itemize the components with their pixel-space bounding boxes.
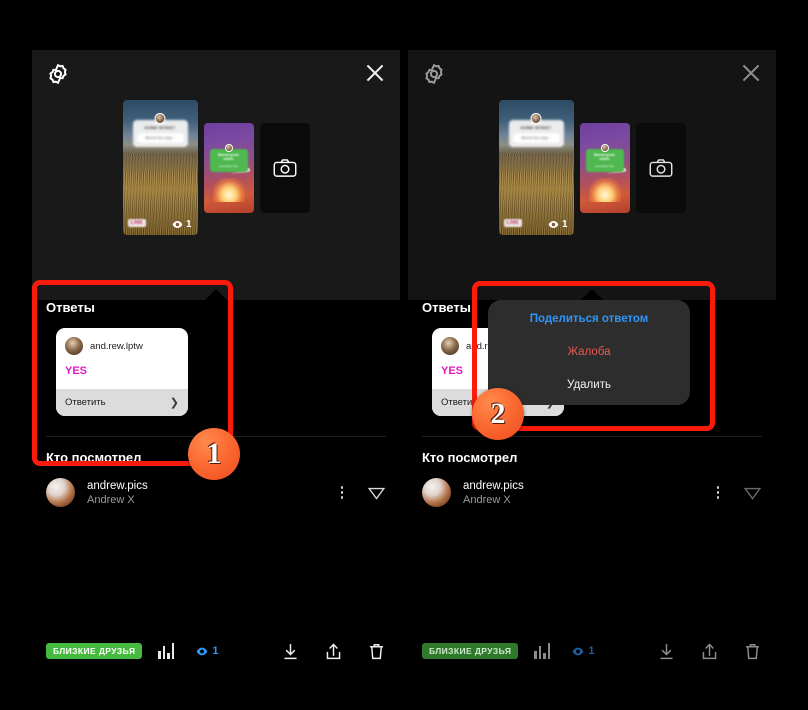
bar-chart-icon[interactable]	[158, 643, 175, 659]
sticker-line-1: Blurred green sticker	[594, 152, 615, 161]
poll-option: Blurred text reply...	[136, 133, 184, 143]
viewer-actions	[340, 483, 387, 502]
story-green-sticker: Blurred green sticker secondary line	[585, 148, 624, 172]
story-thumbnail-active[interactable]: SOME WORD? Blurred text reply... LINK 1	[498, 100, 574, 235]
story-link-badge: LINK	[503, 219, 522, 227]
story-avatar	[530, 113, 542, 124]
viewer-fullname: Andrew X	[463, 493, 511, 506]
story-link-badge: LINK	[127, 219, 146, 227]
bar-chart-icon[interactable]	[534, 643, 551, 659]
poll-option: Blurred text reply...	[512, 133, 560, 143]
story-thumbnail-camera[interactable]	[259, 122, 310, 213]
viewers-section: Кто посмотрел	[408, 437, 776, 465]
download-icon[interactable]	[657, 642, 676, 661]
avatar	[441, 337, 459, 355]
trash-icon[interactable]	[367, 642, 386, 661]
avatar	[422, 478, 451, 507]
story-preview-header: SOME WORD? Blurred text reply... LINK 1	[32, 50, 400, 300]
story-avatar	[600, 143, 609, 152]
camera-tile	[259, 122, 310, 213]
eye-icon	[548, 221, 559, 228]
kebab-menu-icon[interactable]	[340, 486, 343, 499]
viewer-actions	[716, 483, 763, 502]
close-icon[interactable]	[362, 60, 388, 86]
poll-question: SOME WORD?	[520, 125, 552, 130]
story-green-sticker: Blurred green sticker secondary line	[209, 148, 248, 172]
gear-icon[interactable]	[46, 62, 70, 86]
story-preview-header: SOME WORD? Blurred text reply... LINK 1	[408, 50, 776, 300]
views-count-value: 1	[212, 645, 219, 657]
viewer-text: andrew.pics Andrew X	[87, 480, 148, 506]
gear-icon[interactable]	[422, 62, 446, 86]
views-count-button[interactable]: 1	[196, 645, 218, 657]
story-thumbnail-strip: SOME WORD? Blurred text reply... LINK 1	[32, 90, 400, 245]
story-avatar	[224, 143, 233, 152]
story-avatar	[154, 113, 166, 124]
view-count-value: 1	[561, 219, 568, 230]
close-icon[interactable]	[738, 60, 764, 86]
camera-icon	[273, 158, 296, 177]
sticker-line-2: secondary line	[218, 163, 239, 168]
send-icon[interactable]	[743, 483, 762, 502]
story-thumbnail-strip: SOME WORD? Blurred text reply... LINK 1	[408, 90, 776, 245]
avatar	[46, 478, 75, 507]
story-thumbnail-2[interactable]: Blurred green sticker secondary line	[203, 122, 254, 213]
eye-icon	[172, 221, 183, 228]
camera-tile	[635, 122, 686, 213]
sticker-line-2: secondary line	[594, 163, 615, 168]
viewer-row[interactable]: andrew.pics Andrew X	[408, 465, 776, 507]
story-view-count: 1	[172, 219, 192, 230]
story-view-count: 1	[548, 219, 568, 230]
story-poll-sticker: SOME WORD? Blurred text reply...	[508, 120, 564, 147]
action-icon-group	[281, 642, 386, 661]
views-count-button[interactable]: 1	[572, 645, 594, 657]
action-icon-group	[657, 642, 762, 661]
viewer-fullname: Andrew X	[87, 493, 135, 506]
sticker-line-1: Blurred green sticker	[218, 152, 239, 161]
audience-chip[interactable]: БЛИЗКИЕ ДРУЗЬЯ	[422, 643, 519, 659]
viewers-title: Кто посмотрел	[422, 450, 518, 465]
views-count-value: 1	[588, 645, 595, 657]
story-action-bar: БЛИЗКИЕ ДРУЗЬЯ 1	[32, 627, 400, 675]
annotation-badge-1: 1	[188, 428, 240, 480]
download-icon[interactable]	[281, 642, 300, 661]
audience-chip[interactable]: БЛИЗКИЕ ДРУЗЬЯ	[46, 643, 143, 659]
trash-icon[interactable]	[743, 642, 762, 661]
share-icon[interactable]	[324, 642, 343, 661]
story-thumbnail-active[interactable]: SOME WORD? Blurred text reply... LINK 1	[122, 100, 198, 235]
annotation-badge-2: 2	[472, 388, 524, 440]
viewer-username: andrew.pics	[87, 479, 148, 492]
viewer-username: andrew.pics	[463, 479, 524, 492]
screenshot-root: SOME WORD? Blurred text reply... LINK 1	[0, 0, 808, 710]
send-icon[interactable]	[367, 483, 386, 502]
viewer-text: andrew.pics Andrew X	[463, 480, 524, 506]
poll-question: SOME WORD?	[144, 125, 176, 130]
story-thumbnail-2[interactable]: Blurred green sticker secondary line	[579, 122, 630, 213]
eye-icon	[197, 647, 208, 655]
eye-icon	[573, 647, 584, 655]
share-icon[interactable]	[700, 642, 719, 661]
kebab-menu-icon[interactable]	[716, 486, 719, 499]
story-poll-sticker: SOME WORD? Blurred text reply...	[132, 120, 188, 147]
story-action-bar: БЛИЗКИЕ ДРУЗЬЯ 1	[408, 627, 776, 675]
story-thumbnail-camera[interactable]	[635, 122, 686, 213]
view-count-value: 1	[185, 219, 192, 230]
camera-icon	[649, 158, 672, 177]
